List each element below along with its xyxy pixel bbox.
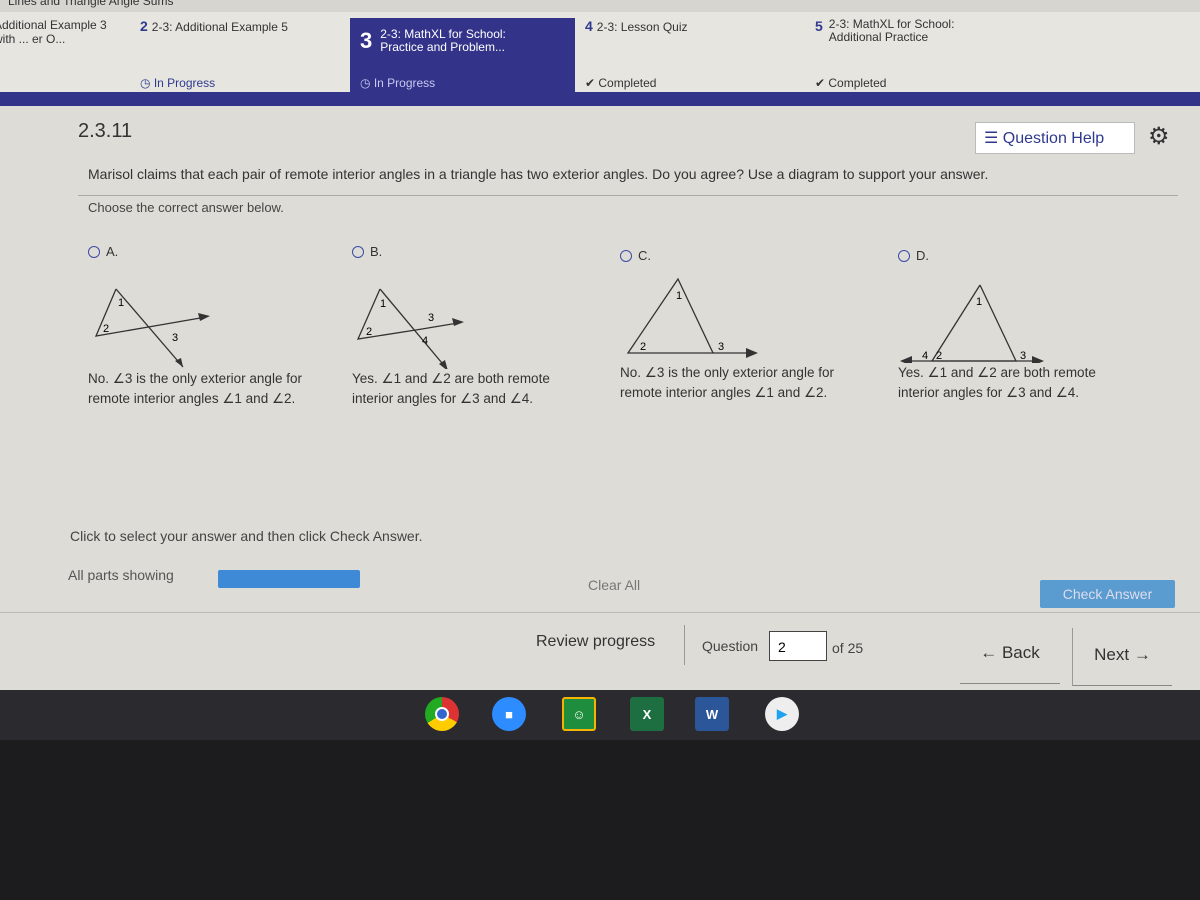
list-icon: ☰	[984, 130, 999, 147]
tab-title: 2-3: MathXL for School: Additional Pract…	[828, 17, 955, 44]
question-id: 2.3.11	[78, 120, 133, 142]
option-a[interactable]: A. 1 2 3 No. ∠3 is the only exterior ang…	[88, 244, 302, 409]
option-letter: C.	[638, 248, 651, 263]
tab-title: 2-3: Additional Example 5	[151, 20, 288, 34]
option-d-text: Yes. ∠1 and ∠2 are both remote	[898, 365, 1096, 380]
tab-title: 2-3: Lesson Quiz	[596, 20, 688, 34]
radio-a[interactable]	[88, 245, 100, 258]
angle-label: 3	[172, 332, 178, 344]
option-c-text: No. ∠3 is the only exterior angle for	[620, 365, 834, 380]
divider	[0, 612, 1200, 613]
option-b-text: interior angles for ∠3 and ∠4.	[352, 391, 534, 406]
parts-progress-bar	[218, 570, 360, 588]
option-d[interactable]: D. 1 2 3 4 Yes. ∠1 and ∠2 are both remot…	[898, 248, 1138, 403]
question-number-input[interactable]: 2	[769, 631, 827, 661]
chrome-icon[interactable]	[425, 697, 459, 731]
option-letter: A.	[106, 244, 119, 259]
status-text: In Progress	[373, 76, 436, 90]
status-text: Completed	[828, 76, 887, 90]
question-prompt: Marisol claims that each pair of remote …	[88, 166, 989, 182]
tab-number: 5	[815, 18, 823, 34]
tab-practice-and-problem[interactable]: 3 2-3: MathXL for School: Practice and Pr…	[350, 18, 575, 92]
clear-all-button[interactable]: Clear All	[588, 577, 640, 593]
option-letter: B.	[370, 244, 383, 259]
tab-number: 2	[140, 18, 148, 34]
option-d-text: interior angles for ∠3 and ∠4.	[898, 385, 1080, 400]
option-letter: D.	[916, 248, 929, 263]
angle-label: 4	[922, 350, 928, 362]
option-a-text: No. ∠3 is the only exterior angle for	[88, 371, 302, 386]
answer-instruction: Click to select your answer and then cli…	[70, 528, 423, 544]
angle-label: 3	[1020, 350, 1026, 362]
question-total: of 25	[832, 640, 864, 656]
lesson-title-bar: Lines and Triangle Angle Sums	[0, 0, 1200, 12]
angle-label: 3	[718, 341, 724, 353]
back-button[interactable]: ← Back	[960, 628, 1060, 684]
tab-number: 4	[585, 18, 593, 34]
parts-showing-label: All parts showing	[68, 567, 174, 583]
angle-label: 1	[118, 297, 124, 309]
angle-label: 2	[366, 326, 372, 338]
assignment-tabs: Additional Example 3 with ... er O... 22…	[0, 12, 1200, 92]
choose-instruction: Choose the correct answer below.	[88, 200, 284, 215]
tab-status: ✔ Completed	[815, 76, 887, 90]
question-help-label: Question Help	[1002, 130, 1105, 147]
option-c-text: remote interior angles ∠1 and ∠2.	[620, 385, 828, 400]
triangle-diagram-b: 1 2 3 4	[356, 288, 464, 369]
option-b-text: Yes. ∠1 and ∠2 are both remote	[352, 371, 550, 386]
triangle-diagram-c: 1 2 3	[626, 277, 758, 358]
angle-label: 1	[676, 290, 682, 302]
tab-additional-practice[interactable]: 5 2-3: MathXL for School: Additional Prac…	[815, 18, 1015, 92]
tab-additional-example-5[interactable]: 2 2-3: Additional Example 5 ◷ In Progress	[140, 18, 340, 92]
question-help-button[interactable]: ☰ Question Help	[975, 122, 1135, 154]
angle-label: 1	[380, 298, 386, 310]
question-label: Question	[702, 638, 759, 654]
radio-b[interactable]	[352, 245, 364, 258]
tab-title: 2-3: MathXL for School: Practice and Pro…	[380, 27, 506, 54]
radio-d[interactable]	[898, 249, 910, 262]
tab-lesson-quiz[interactable]: 4 2-3: Lesson Quiz ✔ Completed	[585, 18, 785, 92]
tab-additional-example-3[interactable]: Additional Example 3 with ... er O...	[0, 18, 135, 92]
lesson-title: Lines and Triangle Angle Sums	[8, 0, 174, 8]
angle-label: 3	[428, 312, 434, 324]
header-divider	[0, 92, 1200, 106]
tab-number: 3	[360, 28, 373, 53]
angle-label: 2	[640, 341, 646, 353]
option-c[interactable]: C. 1 2 3 No. ∠3 is the only exterior ang…	[620, 248, 834, 403]
word-icon[interactable]: W	[695, 697, 729, 731]
zoom-icon[interactable]: ■	[492, 697, 526, 731]
tab-status: ◷ In Progress	[140, 76, 216, 90]
radio-c[interactable]	[620, 249, 632, 262]
play-store-icon[interactable]: ▶	[765, 697, 799, 731]
angle-label: 2	[103, 323, 109, 335]
angle-label: 1	[976, 296, 982, 308]
gear-icon[interactable]: ⚙	[1148, 122, 1170, 151]
taskbar-shelf	[0, 690, 1200, 740]
angle-label: 4	[422, 335, 428, 347]
divider	[78, 195, 1178, 196]
status-text: Completed	[598, 76, 657, 90]
classroom-icon[interactable]: ☺	[562, 697, 596, 731]
check-answer-button[interactable]: Check Answer	[1040, 580, 1175, 608]
option-b[interactable]: B. 1 2 3 4 Yes. ∠1 and ∠2 are both remot…	[352, 244, 552, 409]
triangle-diagram-d: 1 2 3 4	[900, 284, 1044, 363]
option-a-text: remote interior angles ∠1 and ∠2.	[88, 391, 296, 406]
tab-status: ◷ In Progress	[360, 76, 436, 90]
triangle-diagram-a: 1 2 3	[94, 288, 210, 368]
browser-screen: Lines and Triangle Angle Sums Additional…	[0, 0, 1200, 690]
status-text: In Progress	[153, 76, 216, 90]
next-button[interactable]: Next →	[1072, 628, 1172, 686]
angle-label: 2	[936, 350, 942, 362]
tab-status: ✔ Completed	[585, 76, 657, 90]
excel-icon[interactable]: X	[630, 697, 664, 731]
tab-title: Additional Example 3 with ... er O...	[0, 18, 107, 46]
review-progress-button[interactable]: Review progress	[520, 625, 685, 665]
